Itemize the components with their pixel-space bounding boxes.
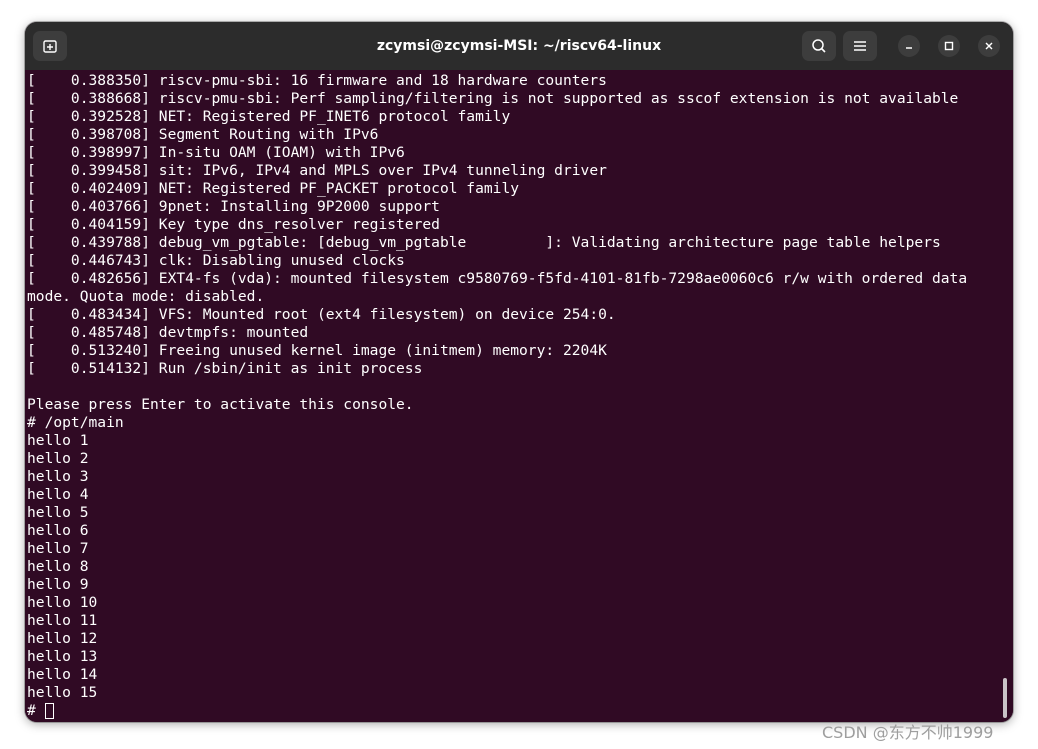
terminal-line: hello 14: [27, 666, 98, 683]
terminal-line: hello 8: [27, 558, 89, 575]
terminal-line: hello 3: [27, 468, 89, 485]
text-cursor: [44, 703, 54, 719]
watermark-text: CSDN @东方不帅1999: [822, 723, 994, 742]
shell-prompt: #: [27, 702, 45, 719]
new-tab-button[interactable]: [33, 31, 67, 61]
close-icon: [985, 42, 993, 50]
terminal-line: [ 0.388350] riscv-pmu-sbi: 16 firmware a…: [27, 72, 607, 89]
terminal-line: [ 0.483434] VFS: Mounted root (ext4 file…: [27, 306, 616, 323]
terminal-line: hello 6: [27, 522, 89, 539]
menu-button[interactable]: [843, 31, 877, 61]
terminal-line: [ 0.514132] Run /sbin/init as init proce…: [27, 360, 423, 377]
terminal-line: hello 4: [27, 486, 89, 503]
terminal-line: hello 9: [27, 576, 89, 593]
minimize-button[interactable]: [898, 35, 920, 57]
prompt-line[interactable]: #: [27, 702, 997, 720]
terminal-line: [ 0.403766] 9pnet: Installing 9P2000 sup…: [27, 198, 440, 215]
terminal-line: hello 2: [27, 450, 89, 467]
terminal-line: [ 0.402409] NET: Registered PF_PACKET pr…: [27, 180, 520, 197]
terminal-line: [ 0.485748] devtmpfs: mounted: [27, 324, 309, 341]
terminal-line: [ 0.513240] Freeing unused kernel image …: [27, 342, 607, 359]
terminal-line: hello 13: [27, 648, 98, 665]
terminal-line: [ 0.446743] clk: Disabling unused clocks: [27, 252, 405, 269]
terminal-line: hello 5: [27, 504, 89, 521]
terminal-line: [ 0.404159] Key type dns_resolver regist…: [27, 216, 440, 233]
terminal-line: hello 1: [27, 432, 89, 449]
terminal-line: hello 12: [27, 630, 98, 647]
terminal-line: [ 0.482656] EXT4-fs (vda): mounted files…: [27, 270, 968, 287]
terminal-line: [ 0.398708] Segment Routing with IPv6: [27, 126, 379, 143]
terminal-line: [ 0.439788] debug_vm_pgtable: [debug_vm_…: [27, 234, 941, 251]
minimize-icon: [906, 47, 912, 49]
terminal-line: # /opt/main: [27, 414, 124, 431]
terminal-scrollbar[interactable]: [1003, 678, 1007, 718]
terminal-line: [ 0.392528] NET: Registered PF_INET6 pro…: [27, 108, 511, 125]
search-icon: [812, 39, 826, 53]
new-tab-icon: [43, 40, 57, 53]
terminal-line: hello 11: [27, 612, 98, 629]
terminal-line: hello 10: [27, 594, 98, 611]
terminal-output-area[interactable]: [ 0.388350] riscv-pmu-sbi: 16 firmware a…: [25, 70, 1013, 722]
terminal-line: hello 7: [27, 540, 89, 557]
terminal-line: Please press Enter to activate this cons…: [27, 396, 414, 413]
title-bar: zcymsi@zcymsi-MSI: ~/riscv64-linux: [25, 22, 1013, 70]
terminal-line: hello 15: [27, 684, 98, 701]
hamburger-menu-icon: [854, 41, 866, 51]
terminal-line: [ 0.399458] sit: IPv6, IPv4 and MPLS ove…: [27, 162, 607, 179]
maximize-button[interactable]: [938, 35, 960, 57]
terminal-line: mode. Quota mode: disabled.: [27, 288, 265, 305]
terminal-line: [ 0.398997] In-situ OAM (IOAM) with IPv6: [27, 144, 405, 161]
close-button[interactable]: [978, 35, 1000, 57]
terminal-line: [ 0.388668] riscv-pmu-sbi: Perf sampling…: [27, 90, 959, 107]
search-button[interactable]: [802, 31, 836, 61]
terminal-window: zcymsi@zcymsi-MSI: ~/riscv64-linux [0.3…: [25, 22, 1013, 722]
terminal-text: [ 0.388350] riscv-pmu-sbi: 16 firmware a…: [27, 72, 997, 720]
maximize-icon: [944, 41, 954, 51]
